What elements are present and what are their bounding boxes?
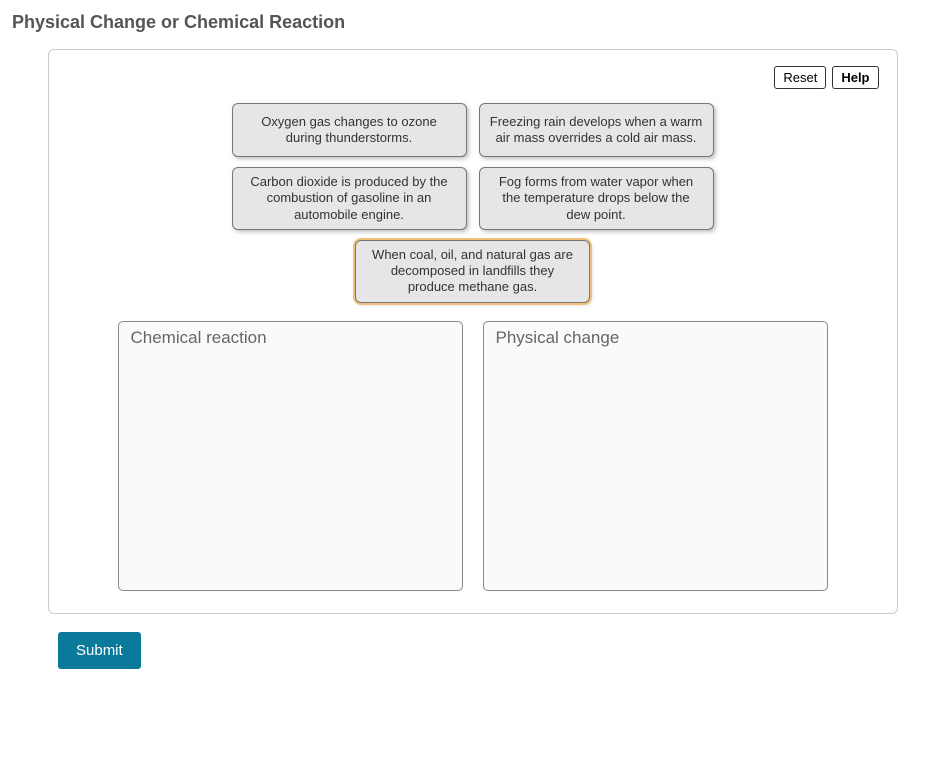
cards-row-1: Oxygen gas changes to ozone during thund… [232,103,714,157]
drop-zone-chemical-reaction[interactable]: Chemical reaction [118,321,463,591]
page-title: Physical Change or Chemical Reaction [12,12,937,33]
cards-area: Oxygen gas changes to ozone during thund… [67,103,879,303]
cards-row-2: Carbon dioxide is produced by the combus… [232,167,714,230]
toolbar: Reset Help [67,66,879,89]
draggable-card[interactable]: Fog forms from water vapor when the temp… [479,167,714,230]
drop-zone-label: Chemical reaction [129,328,269,348]
draggable-card[interactable]: Carbon dioxide is produced by the combus… [232,167,467,230]
drop-zone-label: Physical change [494,328,622,348]
drop-zone-physical-change[interactable]: Physical change [483,321,828,591]
activity-panel: Reset Help Oxygen gas changes to ozone d… [48,49,898,614]
draggable-card[interactable]: When coal, oil, and natural gas are deco… [355,240,590,303]
submit-row: Submit [58,632,937,669]
draggable-card[interactable]: Freezing rain develops when a warm air m… [479,103,714,157]
drop-zones: Chemical reaction Physical change [67,321,879,591]
reset-button[interactable]: Reset [774,66,826,89]
help-button[interactable]: Help [832,66,878,89]
submit-button[interactable]: Submit [58,632,141,669]
cards-row-3: When coal, oil, and natural gas are deco… [355,240,590,303]
draggable-card[interactable]: Oxygen gas changes to ozone during thund… [232,103,467,157]
